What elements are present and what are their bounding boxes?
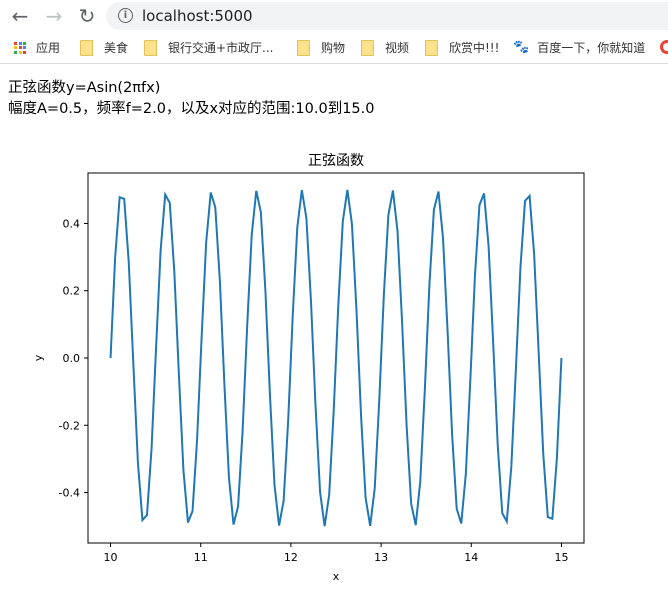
y-tick-label: 0.2 (63, 285, 81, 298)
sine-chart: 正弦函数 10 11 12 13 14 15 -0.4 -0.2 0.0 0.2 0.4 x y (32, 153, 585, 583)
chart-title: 正弦函数 (308, 153, 364, 169)
x-tick-label: 14 (464, 551, 478, 564)
x-tick-label: 10 (104, 551, 118, 564)
y-tick-label: 0.0 (63, 352, 81, 365)
y-tick-label: -0.4 (59, 487, 80, 500)
y-tick-label: -0.2 (59, 419, 80, 432)
x-tick-label: 15 (554, 551, 568, 564)
y-axis-label: y (32, 354, 45, 361)
y-tick-label: 0.4 (63, 217, 81, 230)
x-axis-label: x (333, 570, 340, 583)
x-tick-label: 13 (374, 551, 388, 564)
sine-line (109, 189, 563, 527)
x-tick-label: 12 (284, 551, 298, 564)
x-tick-label: 11 (194, 551, 208, 564)
